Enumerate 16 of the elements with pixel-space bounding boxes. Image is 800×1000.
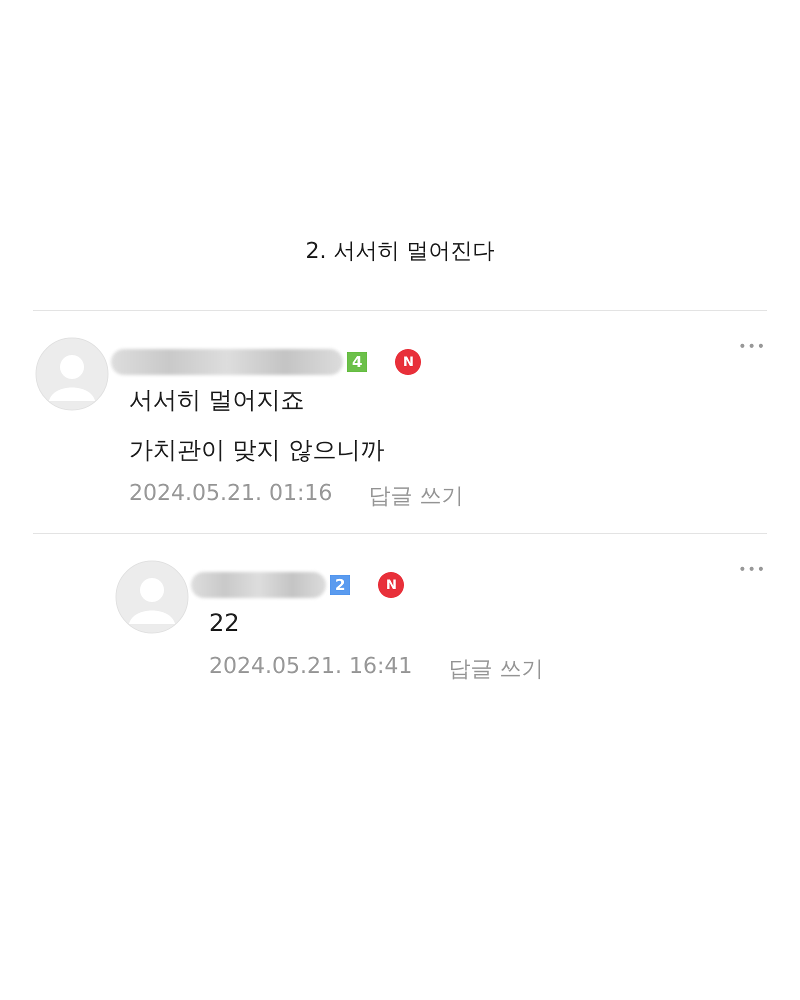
reply-link[interactable]: 답글 쓰기 bbox=[368, 481, 464, 511]
reply-link[interactable]: 답글 쓰기 bbox=[448, 654, 544, 684]
comment-date: 2024.05.21. 16:41 bbox=[209, 654, 412, 681]
comment-text: 서서히 멀어지죠 bbox=[129, 385, 306, 416]
comment-text: 가치관이 맞지 않으니까 bbox=[129, 435, 386, 466]
level-badge: 4 bbox=[347, 352, 368, 372]
avatar-icon bbox=[35, 337, 109, 411]
more-menu[interactable]: ••• bbox=[738, 562, 766, 578]
more-menu[interactable]: ••• bbox=[738, 339, 766, 355]
comment-text: 22 bbox=[209, 608, 241, 639]
avatar-icon bbox=[115, 560, 189, 634]
comment-date: 2024.05.21. 01:16 bbox=[129, 481, 332, 508]
level-badge: 2 bbox=[330, 575, 350, 595]
section-title: 2. 서서히 멀어진다 bbox=[304, 238, 496, 266]
new-badge: N bbox=[378, 572, 404, 598]
new-badge: N bbox=[395, 349, 422, 375]
